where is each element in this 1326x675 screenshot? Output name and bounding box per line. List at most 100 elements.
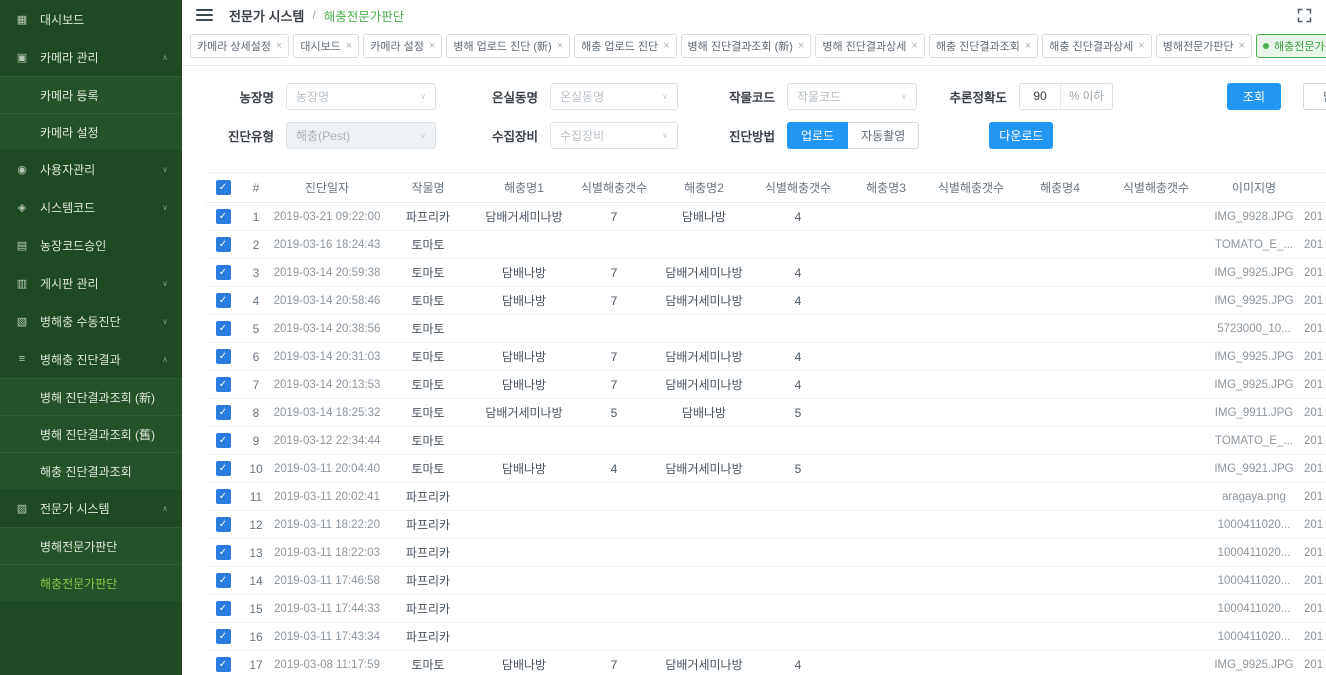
- accuracy-input[interactable]: [1020, 84, 1060, 109]
- select-all-checkbox[interactable]: ✓: [216, 180, 231, 195]
- row-checkbox[interactable]: ✓: [216, 517, 231, 532]
- chevron-down-icon: ∨: [662, 92, 668, 101]
- sidebar-item-8[interactable]: ▧병해충 수동진단∨: [0, 302, 182, 340]
- tab-4[interactable]: 해충 업로드 진단×: [574, 34, 676, 58]
- row-checkbox[interactable]: ✓: [216, 601, 231, 616]
- row-checkbox[interactable]: ✓: [216, 657, 231, 672]
- tab-close-icon[interactable]: ×: [1138, 40, 1144, 52]
- sidebar-item-15[interactable]: 해충전문가판단: [0, 564, 182, 601]
- crop-code-label: 작물코드: [698, 87, 775, 106]
- table-body: ✓12019-03-21 09:22:00파프리카담배거세미나방7담배나방4IM…: [206, 203, 1326, 675]
- chevron-down-icon: ∨: [162, 317, 168, 326]
- cell-extra: 201: [1304, 539, 1326, 567]
- cell-count3: [930, 343, 1012, 371]
- cell-pest3: [842, 287, 930, 315]
- row-checkbox[interactable]: ✓: [216, 265, 231, 280]
- row-checkbox[interactable]: ✓: [216, 377, 231, 392]
- tab-10[interactable]: 해충전문가판단×: [1256, 34, 1326, 58]
- tab-close-icon[interactable]: ×: [276, 40, 282, 52]
- row-checkbox[interactable]: ✓: [216, 349, 231, 364]
- tab-close-icon[interactable]: ×: [429, 40, 435, 52]
- row-checkbox[interactable]: ✓: [216, 209, 231, 224]
- cell-extra: 201: [1304, 427, 1326, 455]
- cell-pest4: [1012, 427, 1108, 455]
- sidebar-item-14[interactable]: 병해전문가판단: [0, 527, 182, 564]
- tab-close-icon[interactable]: ×: [798, 40, 804, 52]
- tab-close-icon[interactable]: ×: [663, 40, 669, 52]
- tab-0[interactable]: 카메라 상세설정×: [190, 34, 289, 58]
- fullscreen-icon[interactable]: [1297, 8, 1312, 23]
- search-button[interactable]: 조회: [1227, 83, 1281, 110]
- sidebar-item-5[interactable]: ◈시스템코드∨: [0, 188, 182, 226]
- table-row: ✓92019-03-12 22:34:44토마토TOMATO_E_...201: [206, 427, 1326, 455]
- row-checkbox[interactable]: ✓: [216, 461, 231, 476]
- diagnosis-type-select[interactable]: 해충(Pest) ∨: [286, 122, 436, 149]
- cell-pest4: [1012, 399, 1108, 427]
- row-checkbox[interactable]: ✓: [216, 545, 231, 560]
- farm-name-select[interactable]: 농장명 ∨: [286, 83, 436, 110]
- tab-close-icon[interactable]: ×: [1025, 40, 1031, 52]
- tab-5[interactable]: 병해 진단결과조회 (新)×: [681, 34, 812, 58]
- cell-count1: 7: [574, 287, 654, 315]
- sidebar-item-12[interactable]: 해충 진단결과조회: [0, 452, 182, 489]
- cell-count4: [1108, 343, 1204, 371]
- tab-label: 병해 진단결과상세: [822, 38, 906, 54]
- farm-name-label: 농장명: [182, 87, 274, 106]
- sidebar-item-3[interactable]: 카메라 설정: [0, 113, 182, 150]
- row-checkbox[interactable]: ✓: [216, 237, 231, 252]
- sidebar-item-2[interactable]: 카메라 등록: [0, 76, 182, 113]
- greenhouse-select[interactable]: 온실동명 ∨: [550, 83, 678, 110]
- cell-count1: [574, 595, 654, 623]
- tab-3[interactable]: 병해 업로드 진단 (新)×: [446, 34, 570, 58]
- sidebar-item-7[interactable]: ▥게시판 관리∨: [0, 264, 182, 302]
- method-auto-button[interactable]: 자동촬영: [848, 122, 919, 149]
- breadcrumb-root[interactable]: 전문가 시스템: [229, 6, 304, 25]
- cell-pest1: 담배나방: [474, 343, 574, 371]
- row-checkbox[interactable]: ✓: [216, 293, 231, 308]
- sidebar-item-10[interactable]: 병해 진단결과조회 (新): [0, 378, 182, 415]
- tab-1[interactable]: 대시보드×: [293, 34, 359, 58]
- sidebar-item-1[interactable]: ▣카메라 관리∧: [0, 38, 182, 76]
- row-checkbox[interactable]: ✓: [216, 321, 231, 336]
- sidebar-item-9[interactable]: ≡병해충 진단결과∧: [0, 340, 182, 378]
- tab-7[interactable]: 해충 진단결과조회×: [929, 34, 1038, 58]
- sidebar-item-6[interactable]: ▤농장코드승인: [0, 226, 182, 264]
- sidebar-item-11[interactable]: 병해 진단결과조회 (舊): [0, 415, 182, 452]
- cell-count2: [754, 623, 842, 651]
- row-checkbox[interactable]: ✓: [216, 405, 231, 420]
- cell-count1: 4: [574, 455, 654, 483]
- method-upload-button[interactable]: 업로드: [787, 122, 848, 149]
- row-checkbox[interactable]: ✓: [216, 573, 231, 588]
- cell-count4: [1108, 511, 1204, 539]
- cell-count4: [1108, 399, 1204, 427]
- close-button[interactable]: 닫기: [1303, 83, 1326, 110]
- cell-pest3: [842, 399, 930, 427]
- sidebar-item-0[interactable]: ▦대시보드: [0, 0, 182, 38]
- cell-count4: [1108, 203, 1204, 231]
- table-row: ✓162019-03-11 17:43:34파프리카1000411020...2…: [206, 623, 1326, 651]
- cell-image: aragaya.png: [1204, 483, 1304, 511]
- row-checkbox[interactable]: ✓: [216, 433, 231, 448]
- cell-count2: [754, 539, 842, 567]
- tab-9[interactable]: 병해전문가판단×: [1156, 34, 1252, 58]
- tab-close-icon[interactable]: ×: [346, 40, 352, 52]
- tab-close-icon[interactable]: ×: [557, 40, 563, 52]
- sidebar-item-label: 전문가 시스템: [40, 500, 110, 517]
- download-button[interactable]: 다운로드: [989, 122, 1053, 149]
- row-checkbox[interactable]: ✓: [216, 629, 231, 644]
- tab-6[interactable]: 병해 진단결과상세 ×: [815, 34, 924, 58]
- cell-count1: 7: [574, 651, 654, 675]
- row-checkbox[interactable]: ✓: [216, 489, 231, 504]
- menu-toggle-icon[interactable]: [196, 9, 213, 21]
- cell-count4: [1108, 427, 1204, 455]
- tab-close-icon[interactable]: ×: [911, 40, 917, 52]
- tab-8[interactable]: 해충 진단결과상세×: [1042, 34, 1151, 58]
- crop-code-select[interactable]: 작물코드 ∨: [787, 83, 917, 110]
- sidebar-item-4[interactable]: ◉사용자관리∨: [0, 150, 182, 188]
- sidebar-item-13[interactable]: ▨전문가 시스템∧: [0, 489, 182, 527]
- accuracy-unit-label: % 이하: [1060, 84, 1112, 109]
- equipment-select[interactable]: 수집장비 ∨: [550, 122, 678, 149]
- cell-no: 8: [240, 399, 272, 427]
- tab-close-icon[interactable]: ×: [1239, 40, 1245, 52]
- tab-2[interactable]: 카메라 설정×: [363, 34, 442, 58]
